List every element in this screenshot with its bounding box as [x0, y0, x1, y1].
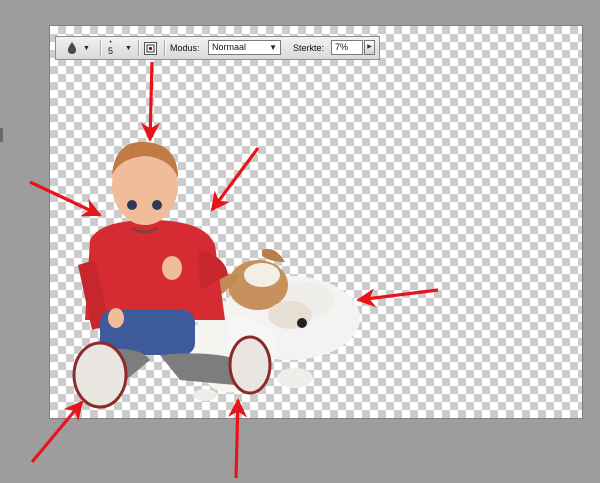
chevron-down-icon: ▼	[83, 44, 90, 52]
blur-tool-preset[interactable]: ▼	[66, 37, 90, 59]
brush-size-value: 5	[108, 46, 114, 56]
sample-all-layers-toggle[interactable]	[144, 37, 157, 59]
divider	[164, 40, 166, 56]
divider	[100, 40, 102, 56]
strength-label: Sterkte:	[293, 43, 325, 53]
stepper-arrow-icon: ▶	[367, 44, 372, 50]
arrow-to-dog-back	[356, 288, 439, 308]
strength-input[interactable]: 7%	[331, 40, 363, 55]
blur-drop-icon	[67, 42, 77, 54]
divider	[138, 40, 140, 56]
mode-label: Modus:	[170, 43, 200, 53]
arrow-to-child-foot	[30, 400, 84, 464]
brush-picker[interactable]: • 5	[108, 37, 113, 59]
arrow-to-toolbar-icon	[140, 61, 161, 142]
mode-select[interactable]: Normaal ▼	[208, 40, 281, 55]
arrow-to-child-left	[29, 180, 102, 217]
strength-stepper-button[interactable]: ▶	[364, 40, 375, 55]
photo-and-annotations	[29, 61, 439, 479]
arrow-to-child-right	[210, 147, 260, 212]
sample-all-layers-icon	[144, 41, 157, 55]
chevron-down-icon: ▼	[269, 43, 277, 52]
tool-options-bar: ▼ • 5 ▼ Modus: Normaal ▼ Sterkte: 7% ▶	[55, 36, 380, 60]
mode-select-value: Normaal	[212, 42, 247, 52]
chevron-down-icon[interactable]: ▼	[125, 37, 132, 59]
arrow-to-dog-paw	[227, 398, 248, 479]
